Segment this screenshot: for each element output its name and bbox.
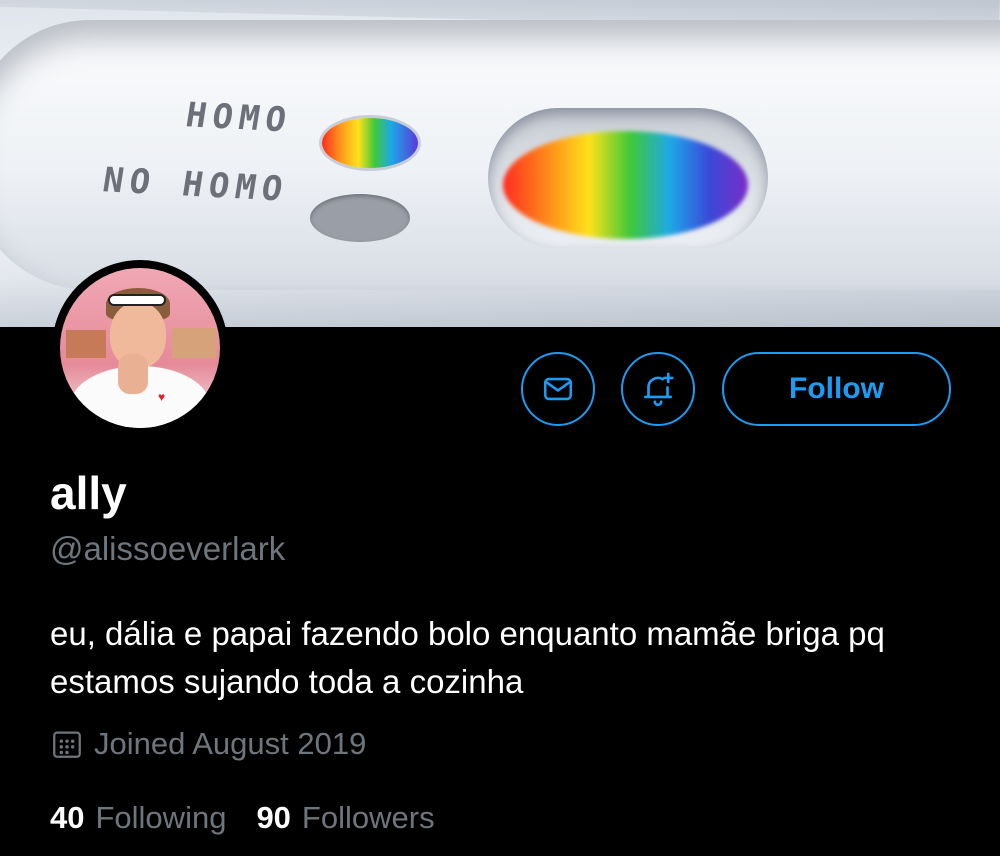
followers-label: Followers (301, 800, 435, 835)
rainbow-result (503, 131, 748, 239)
followers-stat[interactable]: 90 Followers (256, 800, 434, 836)
following-stat[interactable]: 40 Following (50, 800, 226, 836)
message-button[interactable] (521, 352, 595, 426)
followers-count: 90 (256, 800, 291, 835)
heart-icon: ♥ (158, 390, 166, 404)
avatar-photo: ♥ (60, 268, 220, 428)
avatar-glasses (108, 294, 166, 306)
avatar-bg-shelf-right (172, 328, 216, 358)
avatar-hand (118, 354, 148, 394)
follow-button[interactable]: Follow (722, 352, 951, 426)
calendar-icon (53, 731, 81, 758)
envelope-icon (543, 377, 573, 401)
joined-text: Joined August 2019 (94, 726, 367, 761)
notifications-button[interactable] (621, 352, 695, 426)
rainbow-indicator (322, 118, 418, 168)
grey-indicator (310, 194, 410, 242)
banner-label-homo: HOMO (182, 95, 295, 141)
display-name: ally (50, 467, 127, 519)
following-count: 40 (50, 800, 85, 835)
avatar-bg-shelf (66, 330, 106, 358)
user-handle: @alissoeverlark (50, 530, 286, 567)
bell-plus-icon (643, 372, 674, 407)
profile-stats: 40 Following 90 Followers (50, 800, 465, 836)
following-label: Following (95, 800, 227, 835)
avatar[interactable]: ♥ (52, 260, 228, 436)
joined-date: Joined August 2019 (50, 726, 366, 762)
profile-bio: eu, dália e papai fazendo bolo enquanto … (50, 615, 885, 700)
